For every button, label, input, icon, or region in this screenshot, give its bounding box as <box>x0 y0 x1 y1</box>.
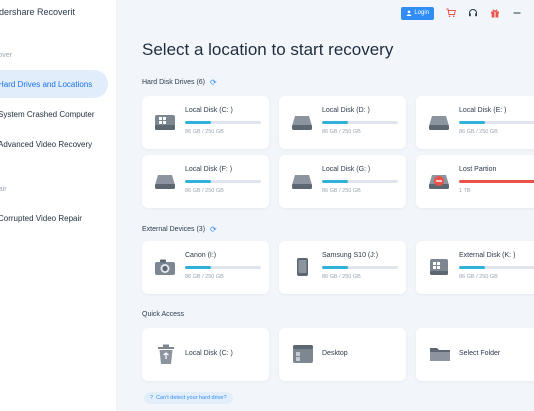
drive-size: 86 GB / 250 GB <box>322 129 361 135</box>
usage-bar <box>459 266 534 269</box>
headset-icon[interactable] <box>468 8 478 18</box>
drive-name: Local Disk (G: ) <box>322 166 371 173</box>
usage-bar-fill <box>459 121 485 124</box>
device-size: 86 GB / 250 GB <box>459 274 498 280</box>
help-icon: ? <box>150 395 154 401</box>
drive-size: 86 GB / 250 GB <box>459 129 498 135</box>
usage-bar-fill <box>185 180 211 183</box>
camera-icon <box>155 259 175 275</box>
usage-bar-fill <box>459 180 534 183</box>
drive-size: 86 GB / 250 GB <box>322 188 361 194</box>
lost-partition-icon <box>429 175 449 189</box>
hard-drive-icon <box>292 116 312 130</box>
drive-card-lost-partition[interactable]: Lost Partion 1 TB <box>416 155 534 208</box>
device-card-samsung[interactable]: Samsung S10 (J:) 86 GB / 250 GB <box>279 241 406 294</box>
drive-name: Local Disk (F: ) <box>185 166 233 173</box>
hard-disk-section-title: Hard Disk Drives (6) ⟳ <box>142 78 217 87</box>
login-label: Login <box>414 10 429 16</box>
recycle-bin-icon <box>158 344 174 364</box>
usage-bar-fill <box>185 121 211 124</box>
app-title: ndershare Recoverit <box>0 7 76 17</box>
usage-bar-fill <box>322 121 348 124</box>
minimize-icon[interactable] <box>512 8 522 18</box>
quick-access-select-folder[interactable]: Select Folder <box>416 328 534 381</box>
desktop-icon <box>293 345 313 363</box>
sidebar-item-hard-drives[interactable]: Hard Drives and Locations <box>0 70 108 98</box>
hard-drive-icon <box>429 116 449 130</box>
external-drive-icon <box>430 259 448 275</box>
drive-card-f[interactable]: Local Disk (F: ) 86 GB / 250 GB <box>142 155 269 208</box>
drive-card-d[interactable]: Local Disk (D: ) 86 GB / 250 GB <box>279 96 406 149</box>
usage-bar-fill <box>322 266 348 269</box>
sidebar-item-label: System Crashed Computer <box>0 109 95 119</box>
cart-icon[interactable] <box>446 8 456 18</box>
drive-size: 1 TB <box>459 188 471 194</box>
gift-icon[interactable] <box>490 8 500 18</box>
sidebar: ndershare Recoverit ecover Hard Drives a… <box>0 0 117 411</box>
drive-card-g[interactable]: Local Disk (G: ) 86 GB / 250 GB <box>279 155 406 208</box>
usage-bar <box>322 266 398 269</box>
drive-size: 86 GB / 250 GB <box>185 129 224 135</box>
sidebar-item-system-crashed[interactable]: System Crashed Computer <box>0 100 108 128</box>
device-size: 86 GB / 250 GB <box>185 274 224 280</box>
usage-bar <box>185 180 261 183</box>
section-label-recover: ecover <box>0 52 13 59</box>
page-title: Select a location to start recovery <box>142 40 394 59</box>
refresh-icon[interactable]: ⟳ <box>210 78 217 87</box>
device-name: Samsung S10 (J:) <box>322 252 379 259</box>
sidebar-item-label: Hard Drives and Locations <box>0 79 93 89</box>
hard-drive-icon <box>155 175 175 189</box>
device-card-canon[interactable]: Canon (I:) 86 GB / 250 GB <box>142 241 269 294</box>
hard-drive-icon <box>292 175 312 189</box>
usage-bar-fill <box>185 266 211 269</box>
usage-bar <box>322 121 398 124</box>
main-panel: Login Select a location to start recover… <box>117 0 534 411</box>
usage-bar-fill <box>322 180 348 183</box>
drive-name: Local Disk (D: ) <box>322 107 370 114</box>
sidebar-item-advanced-video[interactable]: Advanced Video Recovery <box>0 130 108 158</box>
quick-access-local-disk[interactable]: Local Disk (C: ) <box>142 328 269 381</box>
quick-access-name: Desktop <box>322 350 348 357</box>
user-icon <box>406 10 412 16</box>
quick-access-section-title: Quick Access <box>142 311 184 318</box>
login-button[interactable]: Login <box>401 6 434 20</box>
usage-bar <box>459 180 534 183</box>
usage-bar <box>185 266 261 269</box>
sidebar-item-label: Corrupted Video Repair <box>0 213 82 223</box>
refresh-icon[interactable]: ⟳ <box>210 225 217 234</box>
usage-bar <box>185 121 261 124</box>
device-card-external-disk[interactable]: External Disk (K: ) 86 GB / 250 GB <box>416 241 534 294</box>
cant-detect-drive-link[interactable]: ? Can't detect your hard drive? <box>144 392 233 404</box>
drive-card-c[interactable]: Local Disk (C: ) 86 GB / 250 GB <box>142 96 269 149</box>
usage-bar <box>459 121 534 124</box>
quick-access-title-label: Quick Access <box>142 311 185 318</box>
sidebar-item-label: Advanced Video Recovery <box>0 139 93 149</box>
drive-name: Local Disk (C: ) <box>185 107 233 114</box>
hard-disk-title-label: Hard Disk Drives (6) <box>142 79 206 86</box>
device-name: External Disk (K: ) <box>459 252 516 259</box>
windows-drive-icon <box>155 115 175 130</box>
drive-card-e[interactable]: Local Disk (E: ) 86 GB / 250 GB <box>416 96 534 149</box>
usage-bar-fill <box>459 266 485 269</box>
sidebar-item-video-repair[interactable]: Corrupted Video Repair <box>0 204 108 232</box>
device-name: Canon (I:) <box>185 252 217 259</box>
help-link-label: Can't detect your hard drive? <box>156 395 227 401</box>
quick-access-name: Select Folder <box>459 350 501 357</box>
phone-icon <box>297 258 308 276</box>
quick-access-name: Local Disk (C: ) <box>185 350 233 357</box>
section-label-repair: epair <box>0 186 7 193</box>
external-section-title: External Devices (3) ⟳ <box>142 225 217 234</box>
folder-icon <box>430 348 450 361</box>
top-toolbar: Login <box>401 5 534 21</box>
external-title-label: External Devices (3) <box>142 226 206 233</box>
usage-bar <box>322 180 398 183</box>
device-size: 86 GB / 250 GB <box>322 274 361 280</box>
drive-name: Local Disk (E: ) <box>459 107 507 114</box>
quick-access-desktop[interactable]: Desktop <box>279 328 406 381</box>
drive-name: Lost Partion <box>459 166 497 173</box>
drive-size: 86 GB / 250 GB <box>185 188 224 194</box>
